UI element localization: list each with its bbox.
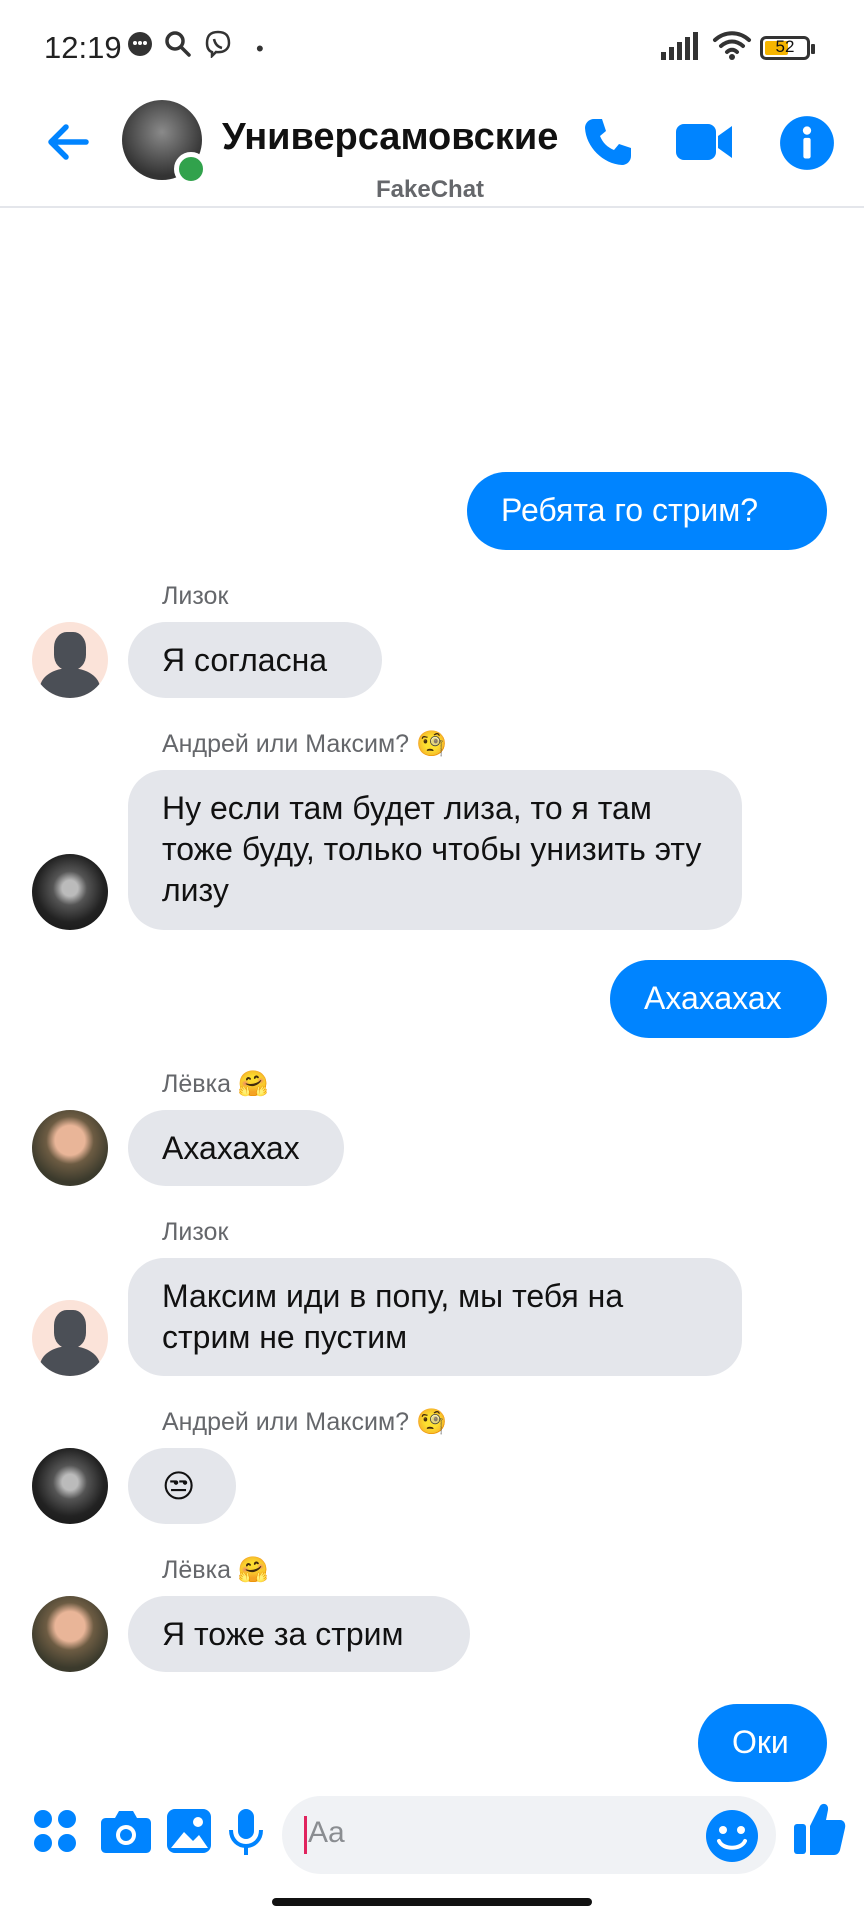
chat-header: Универсамовские FakeChat [0, 96, 864, 206]
avatar-andrey[interactable] [32, 1448, 108, 1524]
wifi-icon [713, 31, 751, 60]
signal-icon [661, 32, 698, 60]
message-bubble-outgoing[interactable]: Ребята го стрим? [467, 472, 827, 550]
message-bubble-outgoing[interactable]: Оки [698, 1704, 827, 1782]
message-bubble-incoming[interactable]: Ну если там будет лиза, то я там тоже бу… [128, 770, 742, 930]
message-bubble-incoming[interactable]: Я согласна [128, 622, 382, 698]
message-bubble-incoming[interactable]: 😒 [128, 1448, 236, 1524]
sender-name: Лизок [162, 1218, 229, 1246]
battery-percent: 52 [775, 37, 795, 56]
text-caret [304, 1816, 307, 1854]
sender-name: Андрей или Максим? 🧐 [162, 1408, 448, 1436]
message-bubble-incoming[interactable]: Максим иди в попу, мы тебя на стрим не п… [128, 1258, 742, 1376]
camera-icon[interactable] [100, 1808, 152, 1854]
message-text: Максим иди в попу, мы тебя на стрим не п… [162, 1278, 624, 1355]
avatar-lizok[interactable] [32, 1300, 108, 1376]
message-input[interactable]: Aa [282, 1796, 776, 1874]
message-text: Ахахахах [162, 1130, 300, 1166]
apps-grid-icon[interactable] [32, 1808, 78, 1854]
sender-name: Лёвка 🤗 [162, 1070, 270, 1098]
avatar-andrey[interactable] [32, 854, 108, 930]
home-indicator[interactable] [272, 1898, 592, 1906]
group-avatar[interactable] [122, 100, 208, 186]
thumbs-up-icon[interactable] [792, 1800, 848, 1858]
avatar-levka[interactable] [32, 1110, 108, 1186]
message-bubble-incoming[interactable]: Я тоже за стрим [128, 1596, 470, 1672]
phone-icon[interactable] [580, 114, 636, 170]
emoji-icon[interactable] [704, 1808, 760, 1864]
sender-name: Лизок [162, 582, 229, 610]
microphone-icon[interactable] [228, 1808, 264, 1858]
message-text: Оки [732, 1724, 789, 1760]
gallery-icon[interactable] [166, 1808, 212, 1854]
composer-bar: Aa [0, 1790, 864, 1886]
message-bubble-outgoing[interactable]: Ахахахах [610, 960, 827, 1038]
message-text: Ахахахах [644, 980, 782, 1016]
header-divider [0, 206, 864, 208]
sender-name: Андрей или Максим? 🧐 [162, 730, 448, 758]
avatar-levka[interactable] [32, 1596, 108, 1672]
message-bubble-incoming[interactable]: Ахахахах [128, 1110, 344, 1186]
info-icon[interactable] [778, 114, 836, 172]
online-indicator [174, 152, 208, 186]
chat-subtitle: FakeChat [376, 176, 485, 203]
sender-name: Лёвка 🤗 [162, 1556, 270, 1584]
avatar-lizok[interactable] [32, 622, 108, 698]
back-arrow-icon[interactable] [40, 114, 96, 170]
message-text: Ребята го стрим? [501, 492, 759, 528]
status-bar: 12:19 • 52 [0, 0, 864, 96]
message-text: 😒 [162, 1468, 196, 1504]
status-dot: • [256, 36, 264, 61]
chat-bubble-icon [128, 32, 152, 56]
message-text: Ну если там будет лиза, то я там тоже бу… [162, 790, 702, 908]
video-camera-icon[interactable] [674, 114, 734, 170]
message-text: Я тоже за стрим [162, 1616, 404, 1652]
chat-title[interactable]: Универсамовские [222, 116, 558, 159]
message-text: Я согласна [162, 642, 328, 678]
search-icon [165, 31, 191, 57]
status-time: 12:19 [44, 30, 122, 65]
battery-icon: 52 [760, 36, 815, 60]
viber-icon [205, 30, 231, 58]
message-input-placeholder: Aa [308, 1816, 345, 1849]
